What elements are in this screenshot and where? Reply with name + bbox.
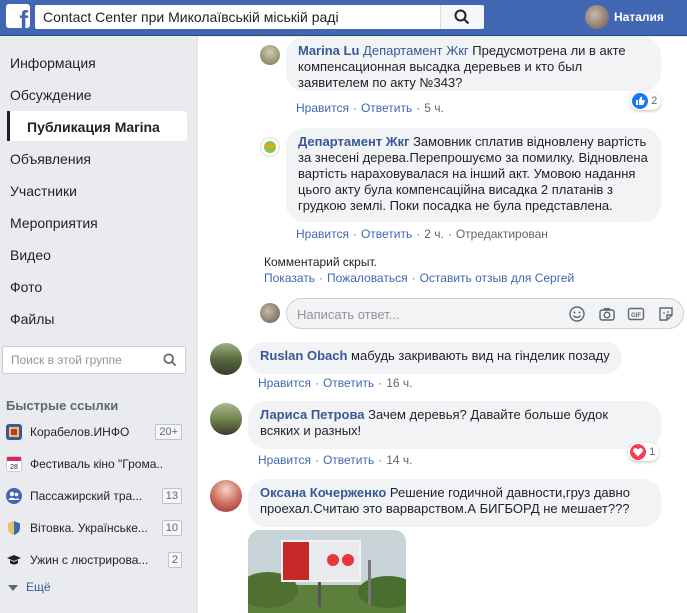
comment-actions: Нравится · Ответить · 14 ч. <box>258 453 413 467</box>
camera-icon[interactable] <box>598 305 616 323</box>
emoji-icon[interactable] <box>568 305 586 323</box>
gif-icon[interactable]: GIF <box>627 305 645 323</box>
quick-link-item[interactable]: Пассажирский тра... 13 <box>6 485 186 509</box>
search-icon <box>454 9 470 25</box>
avatar[interactable] <box>210 480 242 512</box>
nav-item-info[interactable]: Информация <box>0 47 186 77</box>
nav-item-files[interactable]: Файлы <box>0 303 186 333</box>
hidden-comment-note: Комментарий скрыт. <box>264 255 377 269</box>
comment-actions: Нравится · Ответить · 5 ч. <box>296 101 444 115</box>
nav-item-announcements[interactable]: Объявления <box>0 143 186 173</box>
group-search-placeholder: Поиск в этой группе <box>11 353 122 367</box>
timestamp[interactable]: 14 ч. <box>386 453 412 467</box>
facebook-logo-icon[interactable]: f <box>6 4 30 28</box>
graduation-cap-icon <box>6 552 22 568</box>
search-button[interactable] <box>440 5 484 29</box>
nav-item-discussion[interactable]: Обсуждение <box>0 79 186 109</box>
group-search-input[interactable]: Поиск в этой группе <box>2 346 186 374</box>
hidden-comment-actions: Показать · Пожаловаться · Оставить отзыв для… <box>264 271 575 285</box>
count-badge: 10 <box>161 520 182 536</box>
svg-text:GIF: GIF <box>631 313 641 319</box>
reaction-count[interactable]: 2 <box>630 92 662 110</box>
group-flag-icon <box>6 424 22 440</box>
reply-input[interactable]: Написать ответ... GIF <box>286 298 684 329</box>
count-badge: 13 <box>161 488 182 504</box>
svg-text:28: 28 <box>10 464 18 471</box>
show-link[interactable]: Показать <box>264 271 315 285</box>
left-sidebar: Информация Обсуждение Публикация Marina … <box>0 37 197 613</box>
like-link[interactable]: Нравится <box>258 376 311 390</box>
nav-item-video[interactable]: Видео <box>0 239 186 269</box>
comments-column: Marina Lu Департамент Жкг Предусмотрена … <box>198 37 687 613</box>
comment-author[interactable]: Лариса Петрова <box>260 407 365 422</box>
like-icon <box>632 93 648 109</box>
reaction-count[interactable]: 1 <box>628 443 660 461</box>
reply-link[interactable]: Ответить <box>323 376 374 390</box>
quick-link-label: Корабелов.ИНФО <box>30 425 130 439</box>
count-badge: 2 <box>167 552 182 568</box>
avatar[interactable] <box>260 137 280 157</box>
comment-photo[interactable] <box>248 530 406 613</box>
comment-bubble: Marina Lu Департамент Жкг Предусмотрена … <box>286 37 661 91</box>
quick-link-item[interactable]: Вітовка. Українське... 10 <box>6 517 186 541</box>
comment-author[interactable]: Оксана Кочерженко <box>260 485 386 500</box>
like-link[interactable]: Нравится <box>296 227 349 241</box>
feedback-link[interactable]: Оставить отзыв для Сергей <box>420 271 575 285</box>
nav-item-events[interactable]: Мероприятия <box>0 207 186 237</box>
comment-author[interactable]: Департамент Жкг <box>298 134 409 149</box>
user-name-link[interactable]: Наталия <box>614 10 664 24</box>
calendar-icon: 28 <box>6 456 22 472</box>
more-link[interactable]: Ещё <box>8 580 51 594</box>
comment-author[interactable]: Ruslan Obach <box>260 348 347 363</box>
user-avatar[interactable] <box>585 5 609 29</box>
comment-author[interactable]: Marina Lu <box>298 43 359 58</box>
comment-bubble: Ruslan Obach мабудь закривають вид на гі… <box>248 342 622 374</box>
comment-actions: Нравится · Ответить · 2 ч. · Отредактирован <box>296 227 548 241</box>
reply-link[interactable]: Ответить <box>361 227 412 241</box>
department-logo-icon <box>264 141 276 153</box>
timestamp[interactable]: 16 ч. <box>386 376 412 390</box>
quick-link-label: Пассажирский тра... <box>30 489 143 503</box>
quick-links-title: Быстрые ссылки <box>6 398 119 413</box>
quick-link-label: Вітовка. Українське... <box>30 521 148 535</box>
quick-link-label: Фестиваль кіно "Грома... <box>30 457 162 471</box>
comment-bubble: Департамент Жкг Замовник сплатив відновл… <box>286 128 661 222</box>
reply-placeholder: Написать ответ... <box>297 307 400 322</box>
reply-link[interactable]: Ответить <box>323 453 374 467</box>
nav-item-photo[interactable]: Фото <box>0 271 186 301</box>
edited-label[interactable]: Отредактирован <box>456 227 548 241</box>
billboard-photo-image <box>248 530 406 613</box>
timestamp[interactable]: 2 ч. <box>424 227 444 241</box>
comment-bubble: Оксана Кочерженко Решение годичной давно… <box>248 479 661 527</box>
like-link[interactable]: Нравится <box>296 101 349 115</box>
report-link[interactable]: Пожаловаться <box>327 271 408 285</box>
nav-item-publication[interactable]: Публикация Marina <box>7 111 187 141</box>
group-people-icon <box>6 488 22 504</box>
global-search-input[interactable]: Contact Center при Миколаївській міській… <box>35 5 440 29</box>
mention-link[interactable]: Департамент Жкг <box>363 43 469 58</box>
avatar <box>260 303 280 323</box>
nav-item-members[interactable]: Участники <box>0 175 186 205</box>
reply-link[interactable]: Ответить <box>361 101 412 115</box>
comment-actions: Нравится · Ответить · 16 ч. <box>258 376 413 390</box>
avatar[interactable] <box>210 403 242 435</box>
like-link[interactable]: Нравится <box>258 453 311 467</box>
search-icon <box>163 353 177 367</box>
timestamp[interactable]: 5 ч. <box>424 101 444 115</box>
quick-link-item[interactable]: Корабелов.ИНФО 20+ <box>6 421 186 445</box>
quick-link-label: Ужин с люстрирова... <box>30 553 149 567</box>
quick-link-item[interactable]: 28 Фестиваль кіно "Грома... <box>6 453 186 477</box>
top-bar: f Contact Center при Миколаївській міськ… <box>0 0 687 36</box>
count-badge: 20+ <box>155 424 182 440</box>
quick-link-item[interactable]: Ужин с люстрирова... 2 <box>6 549 186 573</box>
avatar[interactable] <box>210 343 242 375</box>
shield-icon <box>6 520 22 536</box>
chevron-down-icon <box>8 584 18 591</box>
comment-bubble: Лариса Петрова Зачем деревья? Давайте бо… <box>248 401 661 449</box>
comment-text: мабудь закривають вид на гінделик позаду <box>351 348 610 363</box>
sticker-icon[interactable] <box>657 305 675 323</box>
love-icon <box>630 444 646 460</box>
avatar[interactable] <box>260 45 280 65</box>
